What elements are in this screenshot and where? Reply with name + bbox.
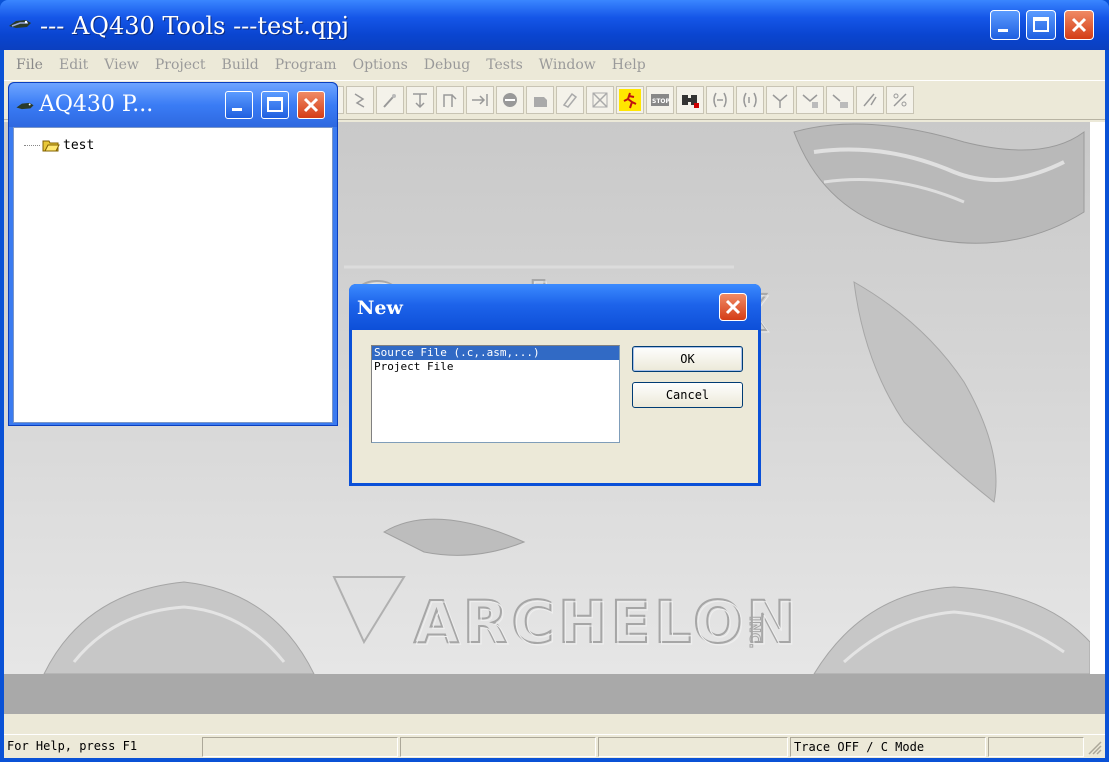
dialog-title-bar[interactable]: New xyxy=(349,284,761,330)
minimize-icon xyxy=(232,108,242,111)
stop-circle-icon xyxy=(503,93,517,107)
watch-icon xyxy=(772,94,788,108)
folder-icon xyxy=(42,140,60,152)
maximize-icon xyxy=(267,97,283,112)
probe-icon xyxy=(383,94,396,108)
title-bar[interactable]: --- AQ430 Tools ---test.qpj xyxy=(0,0,1109,50)
status-bar: For Help, press F1 Trace OFF / C Mode xyxy=(4,734,1105,758)
clear-all-icon xyxy=(592,92,608,108)
status-pane-4 xyxy=(598,737,788,757)
arrow-right-icon xyxy=(472,94,488,106)
menu-options[interactable]: Options xyxy=(345,53,416,77)
status-pane-2 xyxy=(202,737,398,757)
register-button[interactable] xyxy=(826,86,854,114)
maximize-icon xyxy=(1033,17,1049,32)
svg-text:INC.: INC. xyxy=(746,616,762,649)
bracket-button-2[interactable] xyxy=(736,86,764,114)
app-icon xyxy=(9,20,31,28)
window-title: --- AQ430 Tools ---test.qpj xyxy=(40,12,349,40)
status-pane-3 xyxy=(400,737,596,757)
cancel-button[interactable]: Cancel xyxy=(632,382,743,408)
go-button[interactable] xyxy=(616,86,644,114)
project-maximize-button[interactable] xyxy=(261,91,289,119)
menu-tests[interactable]: Tests xyxy=(478,53,531,77)
menu-window[interactable]: Window xyxy=(531,53,604,77)
project-close-button[interactable] xyxy=(297,91,325,119)
register-icon xyxy=(832,94,848,108)
tree-item-label: test xyxy=(63,137,95,153)
dialog-body: Source File (.c,.asm,...) Project File O… xyxy=(352,330,758,483)
maximize-button[interactable] xyxy=(1026,10,1056,40)
resize-grip-icon[interactable] xyxy=(1086,739,1102,755)
step-over-button[interactable] xyxy=(436,86,464,114)
dialog-close-button[interactable] xyxy=(719,293,747,321)
main-window: --- AQ430 Tools ---test.qpj File Edit Vi… xyxy=(0,0,1109,762)
minimize-icon xyxy=(998,29,1008,32)
file-type-listbox[interactable]: Source File (.c,.asm,...) Project File xyxy=(371,345,620,443)
stop-icon: STOP xyxy=(651,94,671,106)
minimize-button[interactable] xyxy=(990,10,1020,40)
bracket-icon xyxy=(713,92,727,108)
memory-button[interactable] xyxy=(796,86,824,114)
menu-view[interactable]: View xyxy=(96,53,147,77)
status-help-text: For Help, press F1 xyxy=(7,739,138,753)
step-over-icon xyxy=(443,94,457,107)
menu-bar: File Edit View Project Build Program Opt… xyxy=(4,50,1105,80)
probe-button[interactable] xyxy=(376,86,404,114)
memory-icon xyxy=(802,94,818,108)
eraser-icon xyxy=(562,92,578,108)
running-man-icon xyxy=(619,89,641,111)
project-window: AQ430 P... test xyxy=(8,82,338,426)
edit-breakpoint-button[interactable] xyxy=(526,86,554,114)
project-minimize-button[interactable] xyxy=(225,91,253,119)
clear-all-button[interactable] xyxy=(586,86,614,114)
tree-item-project[interactable]: test xyxy=(24,136,94,154)
run-to-cursor-button[interactable] xyxy=(466,86,494,114)
binoculars-icon xyxy=(682,95,699,108)
percent-icon xyxy=(893,93,907,107)
bracket-icon xyxy=(743,92,757,108)
menu-file[interactable]: File xyxy=(8,53,51,77)
step-icon xyxy=(354,93,365,108)
project-window-title: AQ430 P... xyxy=(39,92,154,117)
close-icon xyxy=(303,97,319,113)
stop-button[interactable]: STOP xyxy=(646,86,674,114)
mdi-right-edge xyxy=(1090,122,1105,674)
menu-edit[interactable]: Edit xyxy=(51,53,96,77)
ok-button[interactable]: OK xyxy=(632,346,743,372)
new-dialog: New Source File (.c,.asm,...) Project Fi… xyxy=(349,284,761,486)
close-icon xyxy=(725,299,741,315)
step-button[interactable] xyxy=(346,86,374,114)
project-window-title-bar[interactable]: AQ430 P... xyxy=(9,83,337,127)
breakpoint-button[interactable] xyxy=(496,86,524,114)
edit-tool-button[interactable] xyxy=(856,86,884,114)
bracket-button-1[interactable] xyxy=(706,86,734,114)
project-tree: test xyxy=(13,127,333,423)
clear-breakpoint-button[interactable] xyxy=(556,86,584,114)
svg-text:STOP: STOP xyxy=(652,98,671,105)
status-mode-text: Trace OFF / C Mode xyxy=(790,737,986,757)
tree-connector xyxy=(24,144,40,146)
menu-help[interactable]: Help xyxy=(604,53,654,77)
find-button[interactable] xyxy=(676,86,704,114)
list-item-project-file[interactable]: Project File xyxy=(372,360,619,374)
dialog-title: New xyxy=(357,297,403,319)
svg-text:ARCHELON: ARCHELON xyxy=(416,590,801,658)
status-pane-6 xyxy=(988,737,1084,757)
menu-project[interactable]: Project xyxy=(147,53,214,77)
percent-button[interactable] xyxy=(886,86,914,114)
pencil-icon xyxy=(863,93,877,107)
mdi-bottom-area xyxy=(4,674,1105,714)
close-icon xyxy=(1071,17,1087,33)
menu-program[interactable]: Program xyxy=(267,53,345,77)
menu-debug[interactable]: Debug xyxy=(416,53,478,77)
hand-icon xyxy=(534,97,547,107)
step-into-icon xyxy=(413,93,427,109)
app-icon xyxy=(16,102,34,110)
watch-button[interactable] xyxy=(766,86,794,114)
step-into-button[interactable] xyxy=(406,86,434,114)
menu-build[interactable]: Build xyxy=(214,53,267,77)
close-button[interactable] xyxy=(1064,10,1094,40)
list-item-source-file[interactable]: Source File (.c,.asm,...) xyxy=(372,346,619,360)
